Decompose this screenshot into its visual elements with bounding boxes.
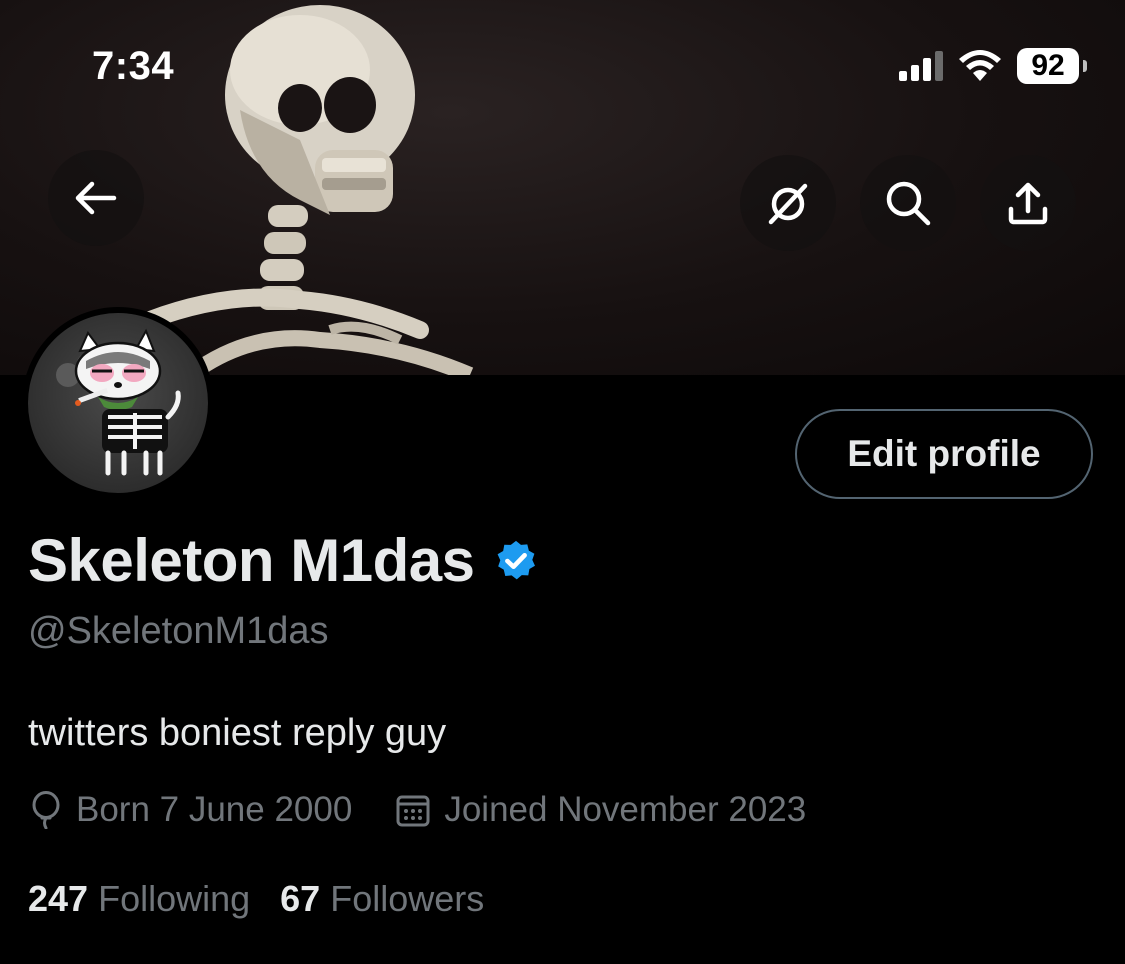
balloon-icon (32, 791, 60, 829)
share-button[interactable] (980, 155, 1076, 251)
search-icon (886, 181, 931, 226)
user-handle: @SkeletonM1das (28, 610, 329, 652)
avatar-image (28, 313, 208, 493)
followers-label: Followers (330, 878, 485, 919)
joined-item: Joined November 2023 (396, 790, 806, 830)
cat-skeleton-avatar-icon (56, 328, 181, 476)
back-button[interactable] (48, 150, 144, 246)
calendar-icon (396, 795, 430, 827)
battery-icon: 92 (1017, 48, 1087, 84)
share-icon (1008, 182, 1048, 225)
verified-badge-icon[interactable] (493, 538, 539, 584)
display-name: Skeleton M1das (28, 527, 475, 594)
joined-text: Joined November 2023 (444, 790, 807, 829)
status-time: 7:34 (92, 44, 175, 88)
birthday-item: Born 7 June 2000 (30, 790, 352, 830)
back-arrow-icon (75, 181, 117, 215)
edit-profile-button[interactable]: Edit profile (795, 409, 1093, 499)
search-button[interactable] (860, 155, 956, 251)
name-row: Skeleton M1das (28, 526, 539, 595)
status-icons: 92 (899, 48, 1087, 84)
grok-button[interactable] (740, 155, 836, 251)
signal-icon (899, 51, 943, 81)
followers-link[interactable]: 67 Followers (280, 878, 484, 920)
followers-count: 67 (280, 878, 321, 919)
profile-meta: Born 7 June 2000 Joined November 2023 (30, 790, 806, 830)
follow-stats: 247 Following 67 Followers (28, 878, 484, 920)
following-link[interactable]: 247 Following (28, 878, 250, 920)
following-label: Following (98, 878, 251, 919)
birthday-text: Born 7 June 2000 (76, 790, 353, 829)
profile-banner[interactable]: 7:34 92 (0, 0, 1125, 375)
grok-icon (768, 183, 808, 225)
avatar[interactable] (22, 307, 214, 499)
profile-bio: twitters boniest reply guy (28, 712, 447, 754)
following-count: 247 (28, 878, 89, 919)
wifi-icon (959, 50, 1001, 81)
